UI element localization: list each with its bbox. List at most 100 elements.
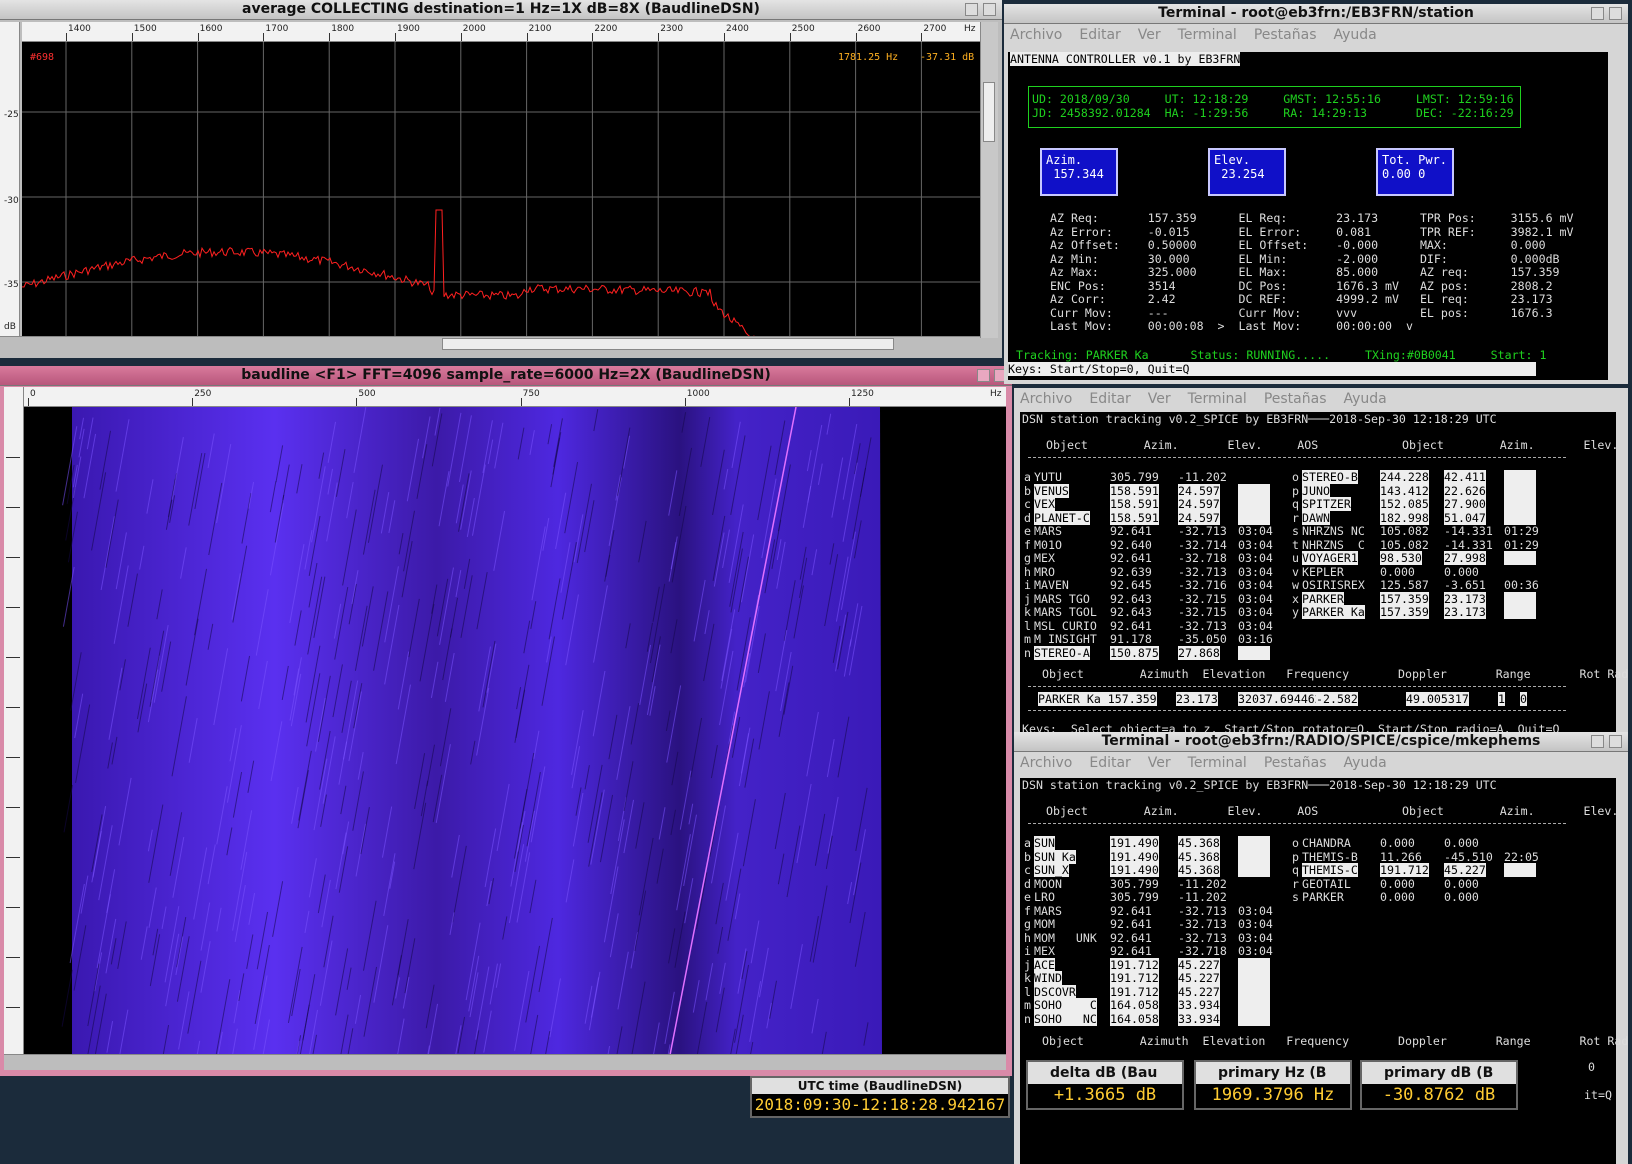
menu-ayuda[interactable]: Ayuda [1344, 391, 1387, 407]
object-name[interactable]: VOYAGER1 [1302, 551, 1358, 565]
object-letter[interactable]: d [1024, 511, 1031, 525]
object-letter[interactable]: t [1292, 538, 1299, 552]
object-letter[interactable]: n [1024, 1012, 1031, 1026]
object-name[interactable]: OSIRISREX [1302, 578, 1365, 592]
horizontal-scrollbar[interactable] [0, 336, 980, 352]
average-title-bar[interactable]: average COLLECTING destination=1 Hz=1X d… [0, 0, 1002, 20]
object-name[interactable]: MARS TGOL [1034, 605, 1097, 619]
menu-ver[interactable]: Ver [1148, 755, 1171, 771]
object-letter[interactable]: f [1024, 904, 1031, 918]
object-letter[interactable]: j [1024, 592, 1031, 606]
object-name[interactable]: PLANET-C [1034, 510, 1090, 525]
terminal-title-bar[interactable]: Terminal - root@eb3frn:/EB3FRN/station [1004, 4, 1628, 24]
object-name[interactable]: MOM [1034, 917, 1055, 931]
object-letter[interactable]: w [1292, 578, 1299, 592]
minimize-icon[interactable] [1591, 7, 1604, 20]
object-name[interactable]: DAWN [1302, 510, 1330, 525]
object-letter[interactable]: c [1024, 863, 1031, 877]
object-name[interactable]: PARKER [1302, 591, 1344, 606]
object-letter[interactable]: k [1024, 605, 1031, 619]
object-letter[interactable]: s [1292, 890, 1299, 904]
scroll-thumb[interactable] [442, 338, 894, 350]
menu-archivo[interactable]: Archivo [1020, 391, 1072, 407]
object-letter[interactable]: r [1292, 511, 1299, 525]
menu-ayuda[interactable]: Ayuda [1344, 755, 1387, 771]
object-letter[interactable]: u [1292, 551, 1299, 565]
terminal-screen[interactable]: DSN station tracking v0.2_SPICE by EB3FR… [1020, 412, 1628, 752]
object-name[interactable]: SOHO NC [1034, 1011, 1097, 1026]
object-name[interactable]: NHRZNS NC [1302, 524, 1365, 538]
vertical-scrollbar[interactable] [980, 22, 998, 338]
object-letter[interactable]: q [1292, 497, 1299, 511]
maximize-icon[interactable] [983, 3, 996, 16]
menu-terminal[interactable]: Terminal [1188, 755, 1247, 771]
menu-editar[interactable]: Editar [1079, 27, 1120, 43]
object-letter[interactable]: o [1292, 470, 1299, 484]
object-letter[interactable]: b [1024, 484, 1031, 498]
object-letter[interactable]: i [1024, 578, 1031, 592]
object-name[interactable]: MARS [1034, 904, 1062, 918]
object-letter[interactable]: x [1292, 592, 1299, 606]
object-letter[interactable]: h [1024, 931, 1031, 945]
terminal-screen[interactable]: ANTENNA CONTROLLER v0.1 by EB3FRN UD: 20… [1008, 52, 1608, 380]
object-letter[interactable]: f [1024, 538, 1031, 552]
object-name[interactable]: YUTU [1034, 470, 1062, 484]
menu-pestanas[interactable]: Pestañas [1264, 755, 1327, 771]
maximize-icon[interactable] [1609, 735, 1622, 748]
object-name[interactable]: SUN_X [1034, 863, 1069, 877]
object-letter[interactable]: v [1292, 565, 1299, 579]
menu-ver[interactable]: Ver [1138, 27, 1161, 43]
menu-pestanas[interactable]: Pestañas [1264, 391, 1327, 407]
object-name[interactable]: PARKER [1302, 890, 1344, 904]
object-name[interactable]: M01O [1034, 538, 1062, 552]
minimize-icon[interactable] [965, 3, 978, 16]
baudline-title-bar[interactable]: baudline <F1> FFT=4096 sample_rate=6000 … [0, 366, 1012, 386]
object-name[interactable]: THEMIS-B [1302, 850, 1358, 864]
object-letter[interactable]: c [1024, 497, 1031, 511]
object-letter[interactable]: p [1292, 484, 1299, 498]
maximize-icon[interactable] [1609, 7, 1622, 20]
object-letter[interactable]: s [1292, 524, 1299, 538]
object-letter[interactable]: d [1024, 877, 1031, 891]
minimize-icon[interactable] [977, 369, 990, 382]
object-letter[interactable]: l [1024, 985, 1031, 999]
object-name[interactable]: MAVEN [1034, 578, 1069, 592]
menu-archivo[interactable]: Archivo [1010, 27, 1062, 43]
object-name[interactable]: SOHO C [1034, 998, 1097, 1012]
object-name[interactable]: JUNO [1302, 483, 1330, 498]
object-name[interactable]: SPITZER [1302, 497, 1351, 511]
menu-archivo[interactable]: Archivo [1020, 755, 1072, 771]
object-name[interactable]: THEMIS-C [1302, 863, 1358, 877]
object-name[interactable]: WIND [1034, 971, 1062, 985]
object-letter[interactable]: p [1292, 850, 1299, 864]
object-letter[interactable]: n [1024, 646, 1031, 660]
object-letter[interactable]: l [1024, 619, 1031, 633]
object-letter[interactable]: q [1292, 863, 1299, 877]
object-name[interactable]: CHANDRA [1302, 836, 1351, 850]
object-letter[interactable]: e [1024, 524, 1031, 538]
object-letter[interactable]: k [1024, 971, 1031, 985]
object-name[interactable]: MOON [1034, 877, 1062, 891]
menu-terminal[interactable]: Terminal [1188, 391, 1247, 407]
object-name[interactable]: KEPLER [1302, 565, 1344, 579]
menu-editar[interactable]: Editar [1089, 391, 1130, 407]
terminal-title-bar[interactable]: Terminal - root@eb3frn:/RADIO/SPICE/cspi… [1014, 732, 1628, 752]
object-name[interactable]: NHRZNS C [1302, 538, 1365, 552]
menu-ver[interactable]: Ver [1148, 391, 1171, 407]
object-name[interactable]: MARS [1034, 524, 1062, 538]
object-name[interactable]: VEX [1034, 497, 1055, 511]
object-letter[interactable]: b [1024, 850, 1031, 864]
object-name[interactable]: M INSIGHT [1034, 632, 1097, 646]
average-spectrum-plot[interactable] [22, 42, 980, 336]
object-letter[interactable]: h [1024, 565, 1031, 579]
object-name[interactable]: MEX [1034, 944, 1055, 958]
object-name[interactable]: VENUS [1034, 483, 1069, 498]
menu-terminal[interactable]: Terminal [1178, 27, 1237, 43]
object-name[interactable]: SUN [1034, 836, 1055, 850]
scroll-thumb[interactable] [983, 82, 995, 142]
menu-ayuda[interactable]: Ayuda [1334, 27, 1377, 43]
object-name[interactable]: GEOTAIL [1302, 877, 1351, 891]
object-letter[interactable]: a [1024, 836, 1031, 850]
object-letter[interactable]: o [1292, 836, 1299, 850]
menu-pestanas[interactable]: Pestañas [1254, 27, 1317, 43]
